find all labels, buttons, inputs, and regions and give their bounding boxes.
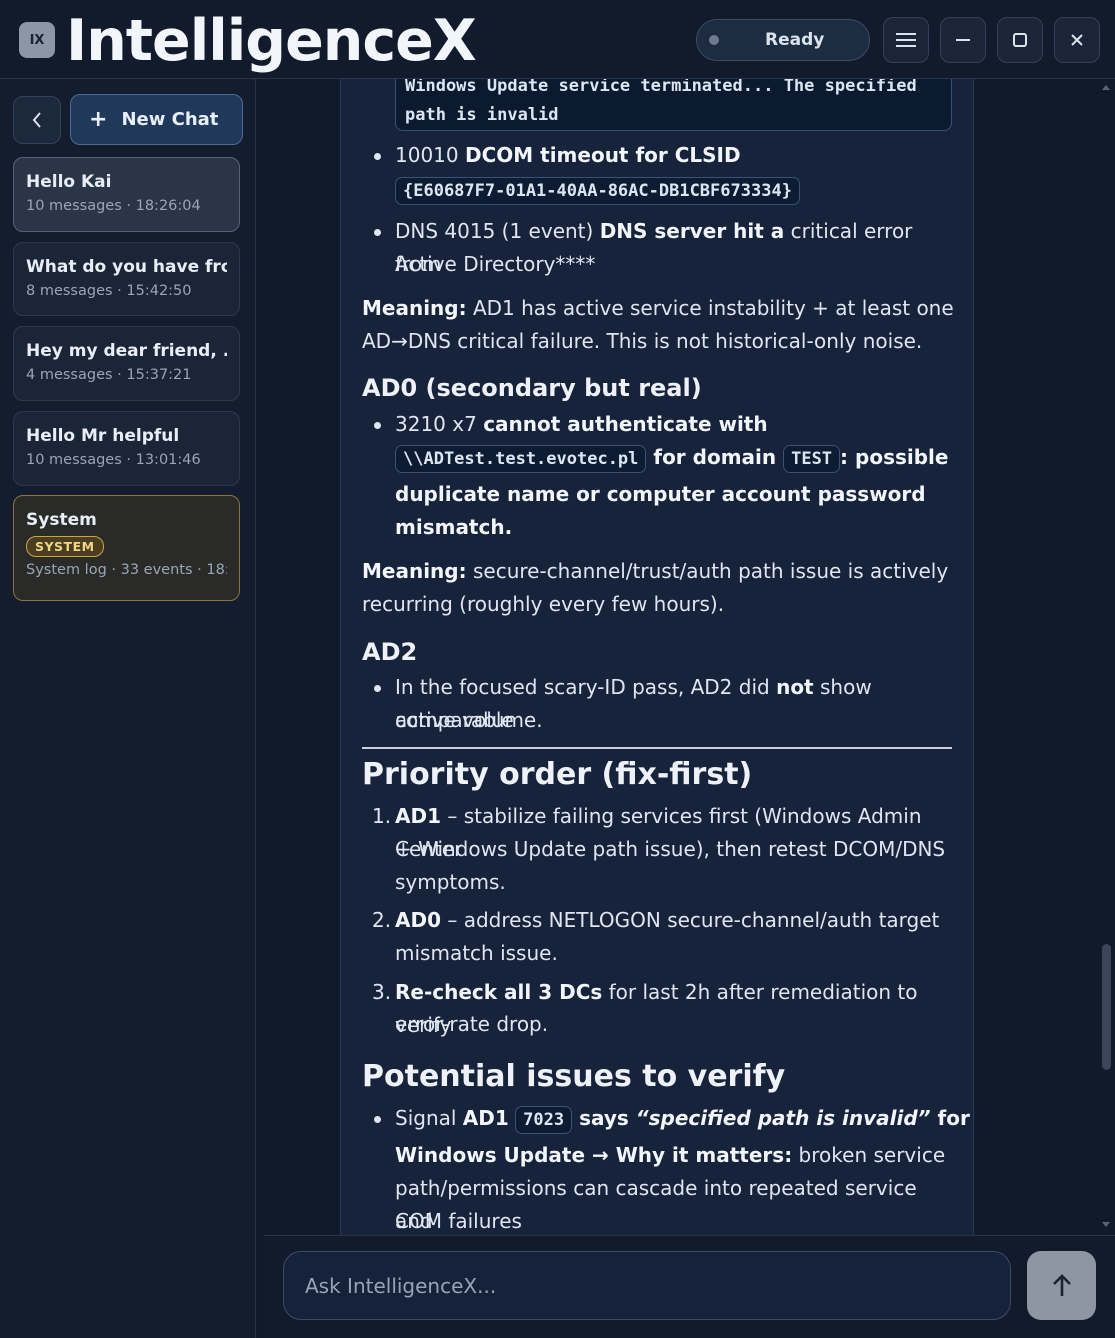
message-area[interactable]: Windows Update service terminated... The… <box>256 79 1115 1235</box>
chat-meta: 4 messages · 15:37:21 <box>26 367 192 383</box>
bullet-icon <box>374 229 381 236</box>
chat-title: System <box>26 510 97 530</box>
inline-code: \\ADTest.test.evotec.pl <box>395 445 647 473</box>
scroll-down-icon <box>1102 1222 1110 1227</box>
code-block: Windows Update service terminated... The… <box>395 79 952 131</box>
list-item-line: mismatch. <box>395 515 513 539</box>
section-heading: AD2 <box>362 638 418 666</box>
list-item-line: mismatch issue. <box>395 941 558 965</box>
new-chat-label: New Chat <box>121 109 219 130</box>
list-item: 3210 x7 cannot authenticate with <box>395 412 768 436</box>
paragraph: Meaning: secure-channel/trust/auth path … <box>362 559 949 583</box>
send-button[interactable] <box>1027 1251 1096 1320</box>
list-number: 3. <box>372 980 392 1004</box>
chat-meta: 8 messages · 15:42:50 <box>26 283 192 299</box>
code-line: Windows Update service terminated... The… <box>405 79 917 96</box>
list-item-code: {E60687F7-01A1-40AA-86AC-DB1CBF673334} <box>395 173 800 208</box>
status-text: Ready <box>765 30 825 50</box>
hamburger-icon <box>896 33 916 47</box>
section-heading: AD0 (secondary but real) <box>362 374 702 402</box>
status-dot-icon <box>709 35 719 45</box>
paragraph-line: AD→DNS critical failure. This is not his… <box>362 329 923 353</box>
list-item-line: Active Directory**** <box>395 252 596 276</box>
bullet-icon <box>374 1116 381 1123</box>
chat-item[interactable]: Hello Mr helpful 10 messages · 13:01:46 <box>13 411 240 486</box>
paragraph-line: recurring (roughly every few hours). <box>362 592 725 616</box>
composer <box>264 1235 1115 1338</box>
close-icon <box>1071 34 1083 46</box>
arrow-up-icon <box>1052 1273 1071 1296</box>
chat-meta: System log · 33 events · 18:... <box>26 562 227 578</box>
chat-title: Hey my dear friend, ... <box>26 341 227 361</box>
inline-code: {E60687F7-01A1-40AA-86AC-DB1CBF673334} <box>395 177 800 205</box>
list-number: 1. <box>372 804 392 828</box>
minimize-button[interactable] <box>940 17 986 63</box>
close-button[interactable] <box>1054 17 1100 63</box>
list-item-line: Windows Update → Why it matters: broken … <box>395 1143 946 1167</box>
chevron-left-icon <box>32 112 41 128</box>
chat-title: Hello Mr helpful <box>26 426 180 446</box>
list-item-line: COM failures <box>395 1209 522 1233</box>
code-line: path is invalid <box>405 105 559 125</box>
new-chat-button[interactable]: + New Chat <box>70 94 243 145</box>
maximize-button[interactable] <box>997 17 1043 63</box>
ask-input[interactable] <box>283 1251 1011 1320</box>
bullet-icon <box>374 153 381 160</box>
section-heading: Potential issues to verify <box>362 1059 786 1094</box>
chat-title: What do you have fro... <box>26 257 227 277</box>
chat-item[interactable]: Hello Kai 10 messages · 18:26:04 <box>13 157 240 232</box>
bullet-icon <box>374 685 381 692</box>
plus-icon: + <box>89 107 108 132</box>
inline-code: TEST <box>783 445 841 473</box>
chat-item-system[interactable]: System SYSTEM System log · 33 events · 1… <box>13 495 240 601</box>
minimize-icon <box>956 39 970 41</box>
list-item: 10010 DCOM timeout for CLSID <box>395 143 741 167</box>
status-badge: Ready <box>696 19 870 61</box>
list-item-line: active volume. <box>395 708 543 732</box>
chat-item[interactable]: What do you have fro... 8 messages · 15:… <box>13 242 240 316</box>
scrollbar-thumb[interactable] <box>1102 944 1111 1070</box>
chat-item[interactable]: Hey my dear friend, ... 4 messages · 15:… <box>13 326 240 401</box>
list-item-line: \\ADTest.test.evotec.pl for domain TEST:… <box>395 441 948 476</box>
list-item-line: symptoms. <box>395 870 506 894</box>
divider <box>362 747 952 749</box>
bullet-icon <box>374 422 381 429</box>
section-heading: Priority order (fix-first) <box>362 757 753 792</box>
chat-meta: 10 messages · 13:01:46 <box>26 452 201 468</box>
collapse-sidebar-button[interactable] <box>13 96 61 144</box>
list-item: Signal AD1 7023 says “specified path is … <box>395 1102 970 1137</box>
chat-meta: 10 messages · 18:26:04 <box>26 198 201 214</box>
list-item-line: duplicate name or computer account passw… <box>395 482 926 506</box>
title-bar: IX IntelligenceX Ready <box>0 0 1115 79</box>
system-badge: SYSTEM <box>26 536 104 557</box>
chat-title: Hello Kai <box>26 172 112 192</box>
app-title: IntelligenceX <box>66 8 477 74</box>
list-item-line: + Windows Update path issue), then retes… <box>395 837 946 861</box>
list-item: AD0 – address NETLOGON secure-channel/au… <box>395 908 940 932</box>
scroll-up-icon <box>1102 85 1110 90</box>
list-number: 2. <box>372 908 392 932</box>
paragraph: Meaning: AD1 has active service instabil… <box>362 296 954 320</box>
inline-code: 7023 <box>515 1106 573 1134</box>
sidebar: + New Chat Hello Kai 10 messages · 18:26… <box>0 79 256 1338</box>
app-logo-icon: IX <box>19 22 55 58</box>
maximize-icon <box>1013 33 1027 47</box>
list-item-line: error-rate drop. <box>395 1012 549 1036</box>
menu-button[interactable] <box>883 17 929 63</box>
